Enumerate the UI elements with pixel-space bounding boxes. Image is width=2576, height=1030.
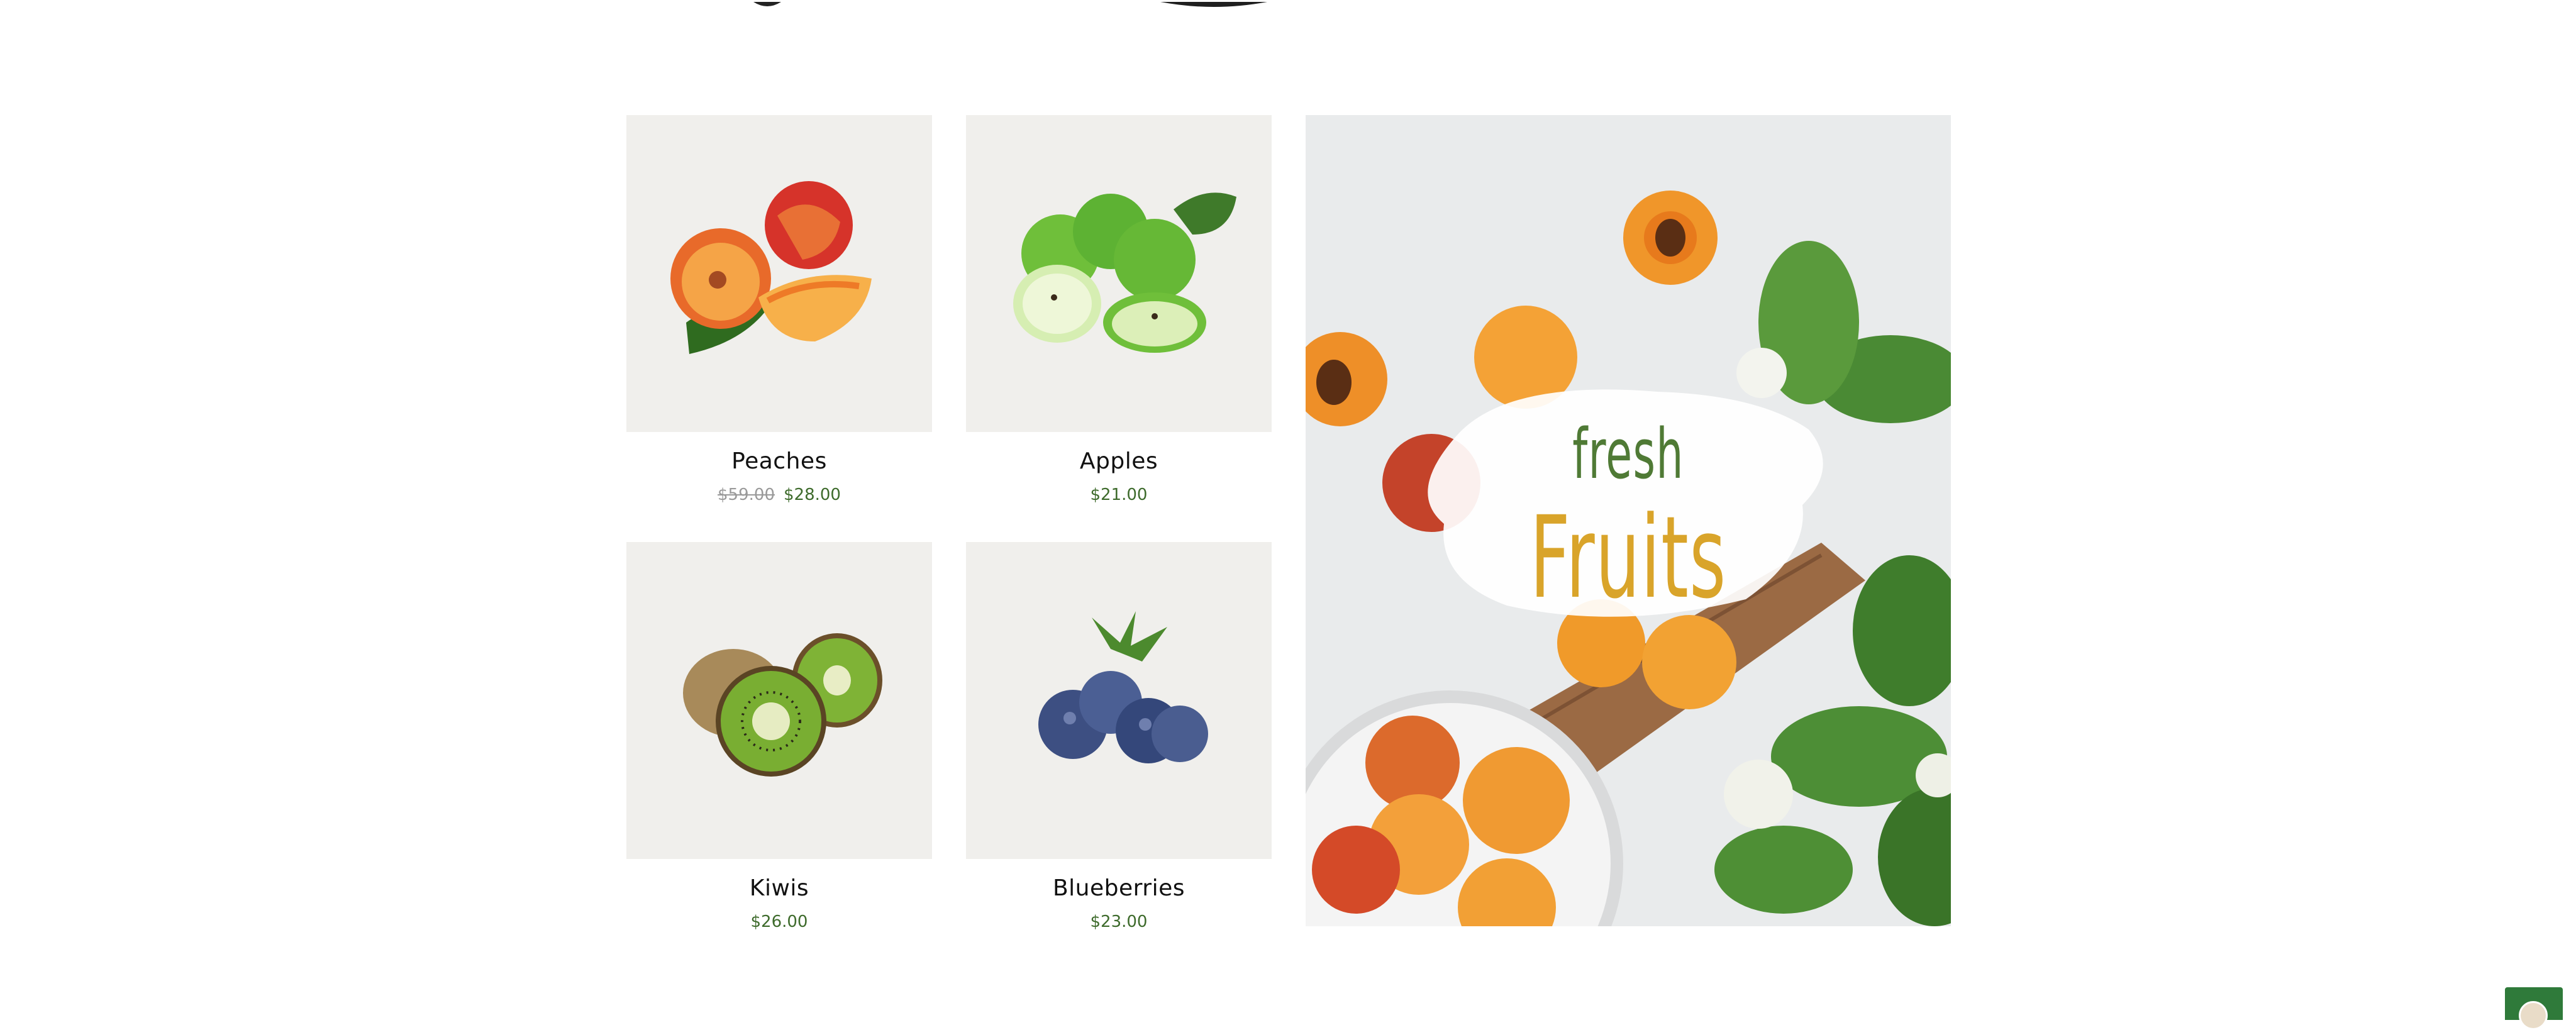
top-product-image-fragment	[748, 0, 786, 6]
top-product-image-fragment	[1157, 0, 1270, 7]
kiwi-icon	[683, 633, 882, 777]
product-name[interactable]: Blueberries	[966, 875, 1272, 901]
product-name[interactable]: Peaches	[626, 448, 932, 474]
product-image-apples[interactable]	[966, 115, 1272, 432]
product-name[interactable]: Apples	[966, 448, 1272, 474]
promo-banner[interactable]: fresh Fruits	[1306, 115, 1951, 926]
old-price: $59.00	[718, 485, 775, 504]
product-price: $23.00	[966, 912, 1272, 931]
sale-price: $28.00	[784, 485, 841, 504]
product-image-peaches[interactable]	[626, 115, 932, 432]
banner-headline-fresh: fresh	[1572, 414, 1684, 494]
product-price: $21.00	[966, 485, 1272, 504]
product-name[interactable]: Kiwis	[626, 875, 932, 901]
chat-avatar-icon[interactable]	[2519, 1001, 2548, 1030]
price: $21.00	[1090, 485, 1148, 504]
apple-icon	[1013, 192, 1236, 353]
banner-headline-fruits: Fruits	[1530, 492, 1727, 624]
peach-icon	[670, 181, 872, 354]
product-image-kiwis[interactable]	[626, 542, 932, 859]
product-price: $59.00 $28.00	[626, 485, 932, 504]
price: $26.00	[750, 912, 808, 931]
product-image-blueberries[interactable]	[966, 542, 1272, 859]
product-price: $26.00	[626, 912, 932, 931]
price: $23.00	[1090, 912, 1148, 931]
blueberry-icon	[1038, 611, 1208, 763]
